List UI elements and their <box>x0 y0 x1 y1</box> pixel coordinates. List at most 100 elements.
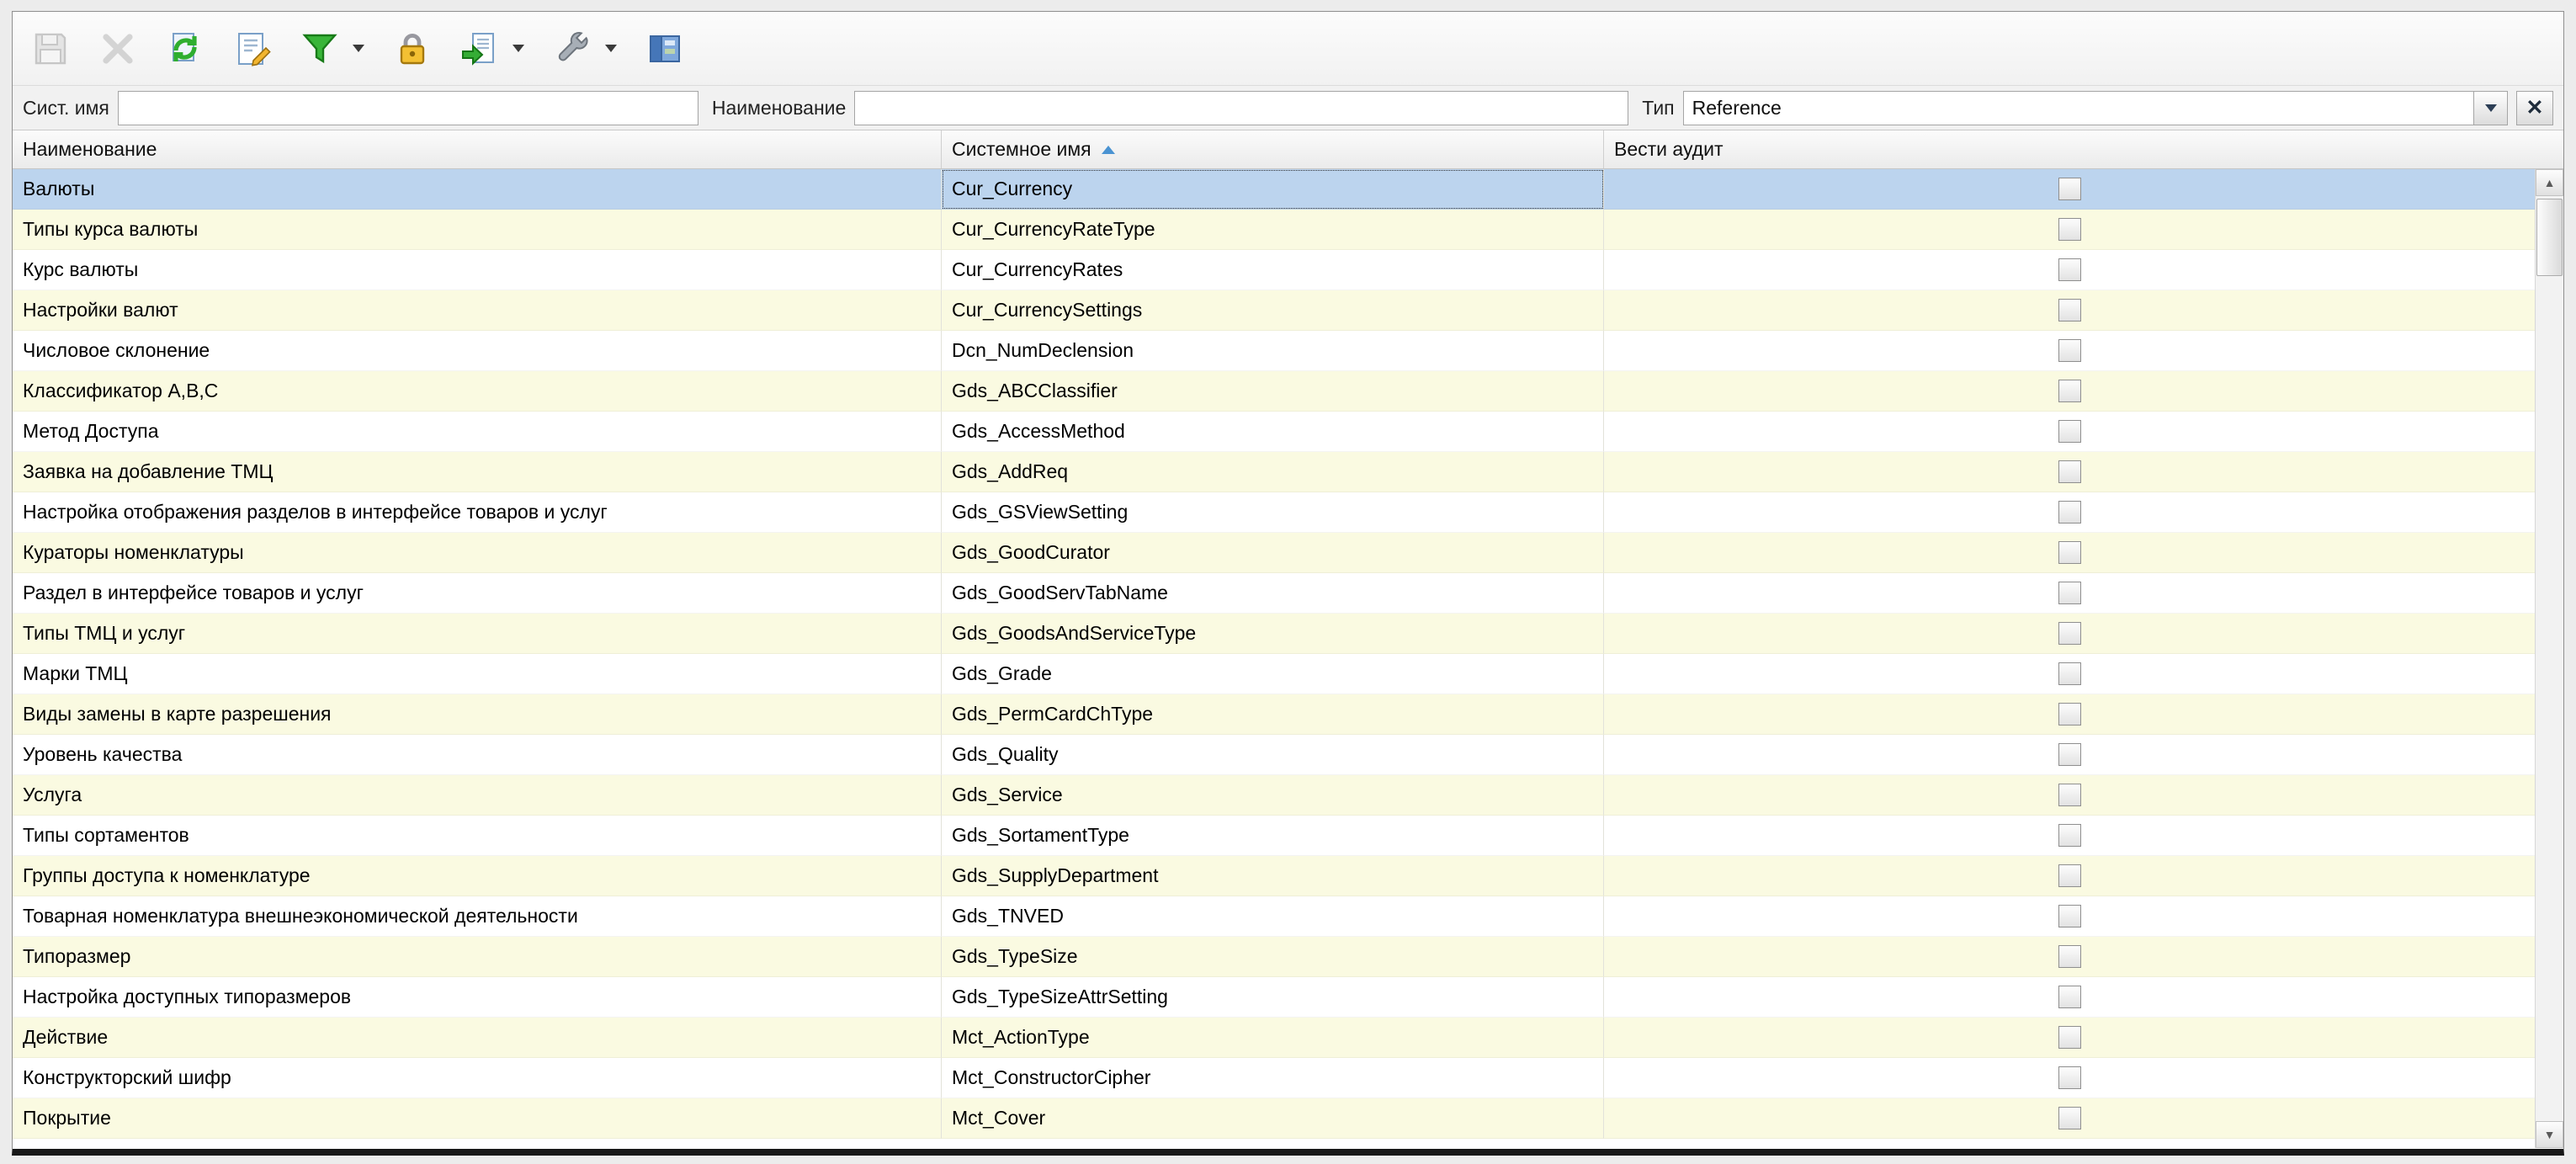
column-header-name[interactable]: Наименование <box>13 130 942 168</box>
audit-checkbox[interactable] <box>2058 864 2081 887</box>
refresh-icon <box>165 29 205 69</box>
audit-checkbox[interactable] <box>2058 339 2081 362</box>
save-button[interactable] <box>24 23 77 75</box>
system-name-cell: Gds_AccessMethod <box>942 412 1604 452</box>
name-cell: Настройка отображения разделов в интерфе… <box>13 492 942 533</box>
table-row[interactable]: Уровень качества Gds_Quality <box>13 735 2535 775</box>
audit-checkbox[interactable] <box>2058 824 2081 847</box>
audit-checkbox[interactable] <box>2058 1107 2081 1129</box>
card-view-icon <box>645 29 685 69</box>
table-row[interactable]: Виды замены в карте разрешения Gds_PermC… <box>13 694 2535 735</box>
type-dropdown-button[interactable] <box>2473 92 2507 125</box>
audit-checkbox[interactable] <box>2058 460 2081 483</box>
export-dropdown-button[interactable] <box>507 23 529 75</box>
table-row[interactable]: Товарная номенклатура внешнеэкономическо… <box>13 896 2535 937</box>
table-row[interactable]: Конструкторский шифр Mct_ConstructorCiph… <box>13 1058 2535 1098</box>
clear-filter-button[interactable]: ✕ <box>2516 91 2553 125</box>
audit-checkbox[interactable] <box>2058 743 2081 766</box>
table-row[interactable]: Настройки валют Cur_CurrencySettings <box>13 290 2535 331</box>
audit-cell <box>1604 896 2535 937</box>
table-row[interactable]: Метод Доступа Gds_AccessMethod <box>13 412 2535 452</box>
audit-checkbox[interactable] <box>2058 986 2081 1008</box>
audit-checkbox[interactable] <box>2058 501 2081 524</box>
grid-header: Наименование Системное имя Вести аудит <box>13 130 2563 169</box>
audit-checkbox[interactable] <box>2058 905 2081 927</box>
name-cell: Типы курса валюты <box>13 210 942 250</box>
table-row[interactable]: Типы сортаментов Gds_SortamentType <box>13 816 2535 856</box>
name-filter-label: Наименование <box>712 97 846 120</box>
name-cell: Типы ТМЦ и услуг <box>13 614 942 654</box>
table-row[interactable]: Заявка на добавление ТМЦ Gds_AddReq <box>13 452 2535 492</box>
audit-checkbox[interactable] <box>2058 178 2081 200</box>
table-row[interactable]: Типы ТМЦ и услуг Gds_GoodsAndServiceType <box>13 614 2535 654</box>
column-header-system-name[interactable]: Системное имя <box>942 130 1604 168</box>
name-cell: Действие <box>13 1018 942 1058</box>
card-view-button[interactable] <box>639 23 691 75</box>
audit-checkbox[interactable] <box>2058 582 2081 604</box>
table-row[interactable]: Курс валюты Cur_CurrencyRates <box>13 250 2535 290</box>
delete-button[interactable] <box>92 23 144 75</box>
table-row[interactable]: Настройка доступных типоразмеров Gds_Typ… <box>13 977 2535 1018</box>
system-name-cell: Gds_Quality <box>942 735 1604 775</box>
audit-checkbox[interactable] <box>2058 703 2081 726</box>
table-row[interactable]: Раздел в интерфейсе товаров и услуг Gds_… <box>13 573 2535 614</box>
filter-button[interactable] <box>294 23 346 75</box>
audit-checkbox[interactable] <box>2058 784 2081 806</box>
name-cell: Марки ТМЦ <box>13 654 942 694</box>
scrollbar-thumb[interactable] <box>2536 199 2563 276</box>
table-row[interactable]: Группы доступа к номенклатуре Gds_Supply… <box>13 856 2535 896</box>
export-button[interactable] <box>454 23 506 75</box>
audit-checkbox[interactable] <box>2058 380 2081 402</box>
vertical-scrollbar[interactable]: ▲ ▼ <box>2535 169 2563 1148</box>
system-name-cell: Cur_CurrencyRateType <box>942 210 1604 250</box>
settings-dropdown-button[interactable] <box>600 23 622 75</box>
audit-checkbox[interactable] <box>2058 541 2081 564</box>
audit-checkbox[interactable] <box>2058 218 2081 241</box>
name-cell: Заявка на добавление ТМЦ <box>13 452 942 492</box>
table-row[interactable]: Числовое склонение Dcn_NumDeclension <box>13 331 2535 371</box>
system-name-cell: Gds_GoodsAndServiceType <box>942 614 1604 654</box>
audit-checkbox[interactable] <box>2058 420 2081 443</box>
column-header-audit[interactable]: Вести аудит <box>1604 130 2563 168</box>
filter-bar: Сист. имя Наименование Тип Reference ✕ <box>13 86 2563 130</box>
lock-icon <box>392 29 433 69</box>
sort-ascending-icon <box>1102 146 1115 154</box>
audit-checkbox[interactable] <box>2058 622 2081 645</box>
audit-checkbox[interactable] <box>2058 1026 2081 1049</box>
system-name-cell: Mct_Cover <box>942 1098 1604 1139</box>
filter-dropdown-button[interactable] <box>348 23 369 75</box>
edit-button[interactable] <box>226 23 279 75</box>
refresh-button[interactable] <box>159 23 211 75</box>
table-row[interactable]: Типоразмер Gds_TypeSize <box>13 937 2535 977</box>
system-name-cell: Gds_ABCClassifier <box>942 371 1604 412</box>
table-row[interactable]: Настройка отображения разделов в интерфе… <box>13 492 2535 533</box>
name-cell: Типы сортаментов <box>13 816 942 856</box>
edit-icon <box>232 29 273 69</box>
table-row[interactable]: Классификатор A,B,C Gds_ABCClassifier <box>13 371 2535 412</box>
audit-cell <box>1604 533 2535 573</box>
name-filter-input[interactable] <box>854 91 1628 125</box>
audit-checkbox[interactable] <box>2058 945 2081 968</box>
lock-button[interactable] <box>386 23 438 75</box>
sys-name-input[interactable] <box>118 91 698 125</box>
audit-checkbox[interactable] <box>2058 662 2081 685</box>
scroll-up-button[interactable]: ▲ <box>2536 169 2563 196</box>
audit-checkbox[interactable] <box>2058 1066 2081 1089</box>
table-row[interactable]: Кураторы номенклатуры Gds_GoodCurator <box>13 533 2535 573</box>
name-cell: Настройка доступных типоразмеров <box>13 977 942 1018</box>
name-cell: Виды замены в карте разрешения <box>13 694 942 735</box>
table-row[interactable]: Типы курса валюты Cur_CurrencyRateType <box>13 210 2535 250</box>
type-combobox[interactable]: Reference <box>1683 91 2508 125</box>
audit-checkbox[interactable] <box>2058 258 2081 281</box>
table-row[interactable]: Услуга Gds_Service <box>13 775 2535 816</box>
audit-cell <box>1604 290 2535 331</box>
table-row[interactable]: Действие Mct_ActionType <box>13 1018 2535 1058</box>
scroll-down-button[interactable]: ▼ <box>2536 1121 2563 1148</box>
audit-checkbox[interactable] <box>2058 299 2081 322</box>
table-row[interactable]: Валюты Cur_Currency <box>13 169 2535 210</box>
table-row[interactable]: Покрытие Mct_Cover <box>13 1098 2535 1139</box>
system-name-cell: Gds_GoodCurator <box>942 533 1604 573</box>
table-row[interactable]: Марки ТМЦ Gds_Grade <box>13 654 2535 694</box>
settings-button[interactable] <box>546 23 598 75</box>
chevron-down-icon <box>513 45 524 52</box>
